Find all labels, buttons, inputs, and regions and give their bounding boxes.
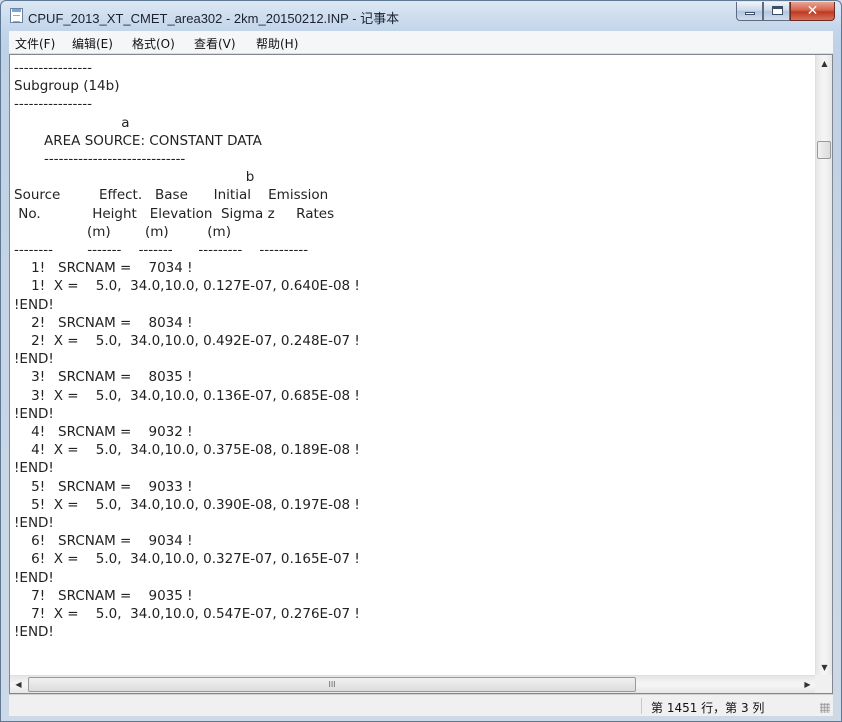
window-title: CPUF_2013_XT_CMET_area302 - 2km_20150212… [28, 11, 400, 26]
text-line: 1! SRCNAM = 7034 ! [14, 260, 193, 277]
resize-grip-icon[interactable] [820, 703, 830, 713]
text-line: b [14, 169, 255, 186]
text-line: Source Effect. Base Initial Emission [14, 187, 329, 204]
text-line: 4! SRCNAM = 9032 ! [14, 424, 193, 440]
scroll-left-icon[interactable]: ◀ [10, 676, 27, 693]
text-line: 5! X = 5.0, 34.0,10.0, 0.390E-08, 0.197E… [14, 496, 360, 513]
horizontal-scrollbar[interactable]: ◀ III ▶ [10, 675, 816, 693]
menu-edit[interactable]: 编辑(E) [72, 35, 113, 52]
menu-bar: 文件(F) 编辑(E) 格式(O) 查看(V) 帮助(H) [9, 31, 833, 54]
text-line: No. Height Elevation Sigma z Rates [14, 205, 335, 222]
notepad-window: CPUF_2013_XT_CMET_area302 - 2km_20150212… [0, 0, 842, 722]
cursor-position: 第 1451 行，第 3 列 [651, 701, 765, 715]
text-line: -------- ------- ------- --------- -----… [14, 242, 309, 258]
menu-view[interactable]: 查看(V) [194, 35, 236, 52]
status-divider [641, 698, 642, 714]
text-editor[interactable]: ---------------- Subgroup (14b) ----------… [9, 54, 833, 694]
horizontal-scroll-thumb[interactable]: III [28, 677, 636, 692]
maximize-icon [772, 6, 783, 15]
menu-format[interactable]: 格式(O) [132, 35, 175, 52]
title-bar[interactable]: CPUF_2013_XT_CMET_area302 - 2km_20150212… [1, 1, 841, 31]
menu-file[interactable]: 文件(F) [15, 35, 55, 52]
text-line: !END! [14, 405, 54, 422]
text-line: !END! [14, 624, 54, 641]
text-line: ---------------- [14, 96, 92, 113]
scrollbar-corner [815, 675, 832, 693]
text-line: ----------------------------- [14, 151, 186, 167]
text-line: AREA SOURCE: CONSTANT DATA [14, 132, 262, 149]
text-line: (m) (m) (m) [14, 223, 231, 240]
text-line: !END! [14, 296, 54, 313]
text-line: !END! [14, 351, 54, 368]
scroll-down-icon[interactable]: ▼ [816, 659, 832, 676]
text-area[interactable]: ---------------- Subgroup (14b) ----------… [10, 55, 816, 675]
text-line: a [14, 114, 130, 131]
text-line: 3! SRCNAM = 8035 ! [14, 369, 193, 386]
text-line: 7! X = 5.0, 34.0,10.0, 0.547E-07, 0.276E… [14, 606, 360, 622]
scroll-up-icon[interactable]: ▲ [816, 55, 832, 72]
text-line: Subgroup (14b) [14, 78, 120, 95]
text-line: !END! [14, 569, 54, 586]
notepad-icon[interactable] [10, 8, 23, 23]
minimize-button[interactable] [736, 2, 763, 21]
text-line: 6! X = 5.0, 34.0,10.0, 0.327E-07, 0.165E… [14, 551, 360, 568]
text-line: 5! SRCNAM = 9033 ! [14, 478, 193, 495]
text-line: 2! X = 5.0, 34.0,10.0, 0.492E-07, 0.248E… [14, 333, 360, 349]
text-line: ---------------- [14, 60, 92, 76]
maximize-button[interactable] [763, 2, 790, 21]
text-line: 3! X = 5.0, 34.0,10.0, 0.136E-07, 0.685E… [14, 387, 360, 404]
text-line: 6! SRCNAM = 9034 ! [14, 533, 193, 550]
scroll-right-icon[interactable]: ▶ [799, 676, 816, 693]
status-bar: 第 1451 行，第 3 列 [9, 694, 833, 716]
text-line: 1! X = 5.0, 34.0,10.0, 0.127E-07, 0.640E… [14, 278, 360, 295]
text-line: !END! [14, 515, 54, 531]
text-line: 4! X = 5.0, 34.0,10.0, 0.375E-08, 0.189E… [14, 442, 360, 459]
close-icon: ✕ [806, 3, 819, 19]
vertical-scroll-thumb[interactable] [817, 141, 831, 159]
close-button[interactable]: ✕ [790, 2, 835, 21]
menu-help[interactable]: 帮助(H) [256, 35, 298, 52]
vertical-scrollbar[interactable]: ▲ ▼ [815, 55, 832, 676]
minimize-icon [745, 12, 755, 15]
text-line: 2! SRCNAM = 8034 ! [14, 314, 193, 331]
text-line: 7! SRCNAM = 9035 ! [14, 587, 193, 604]
text-line: !END! [14, 460, 54, 477]
